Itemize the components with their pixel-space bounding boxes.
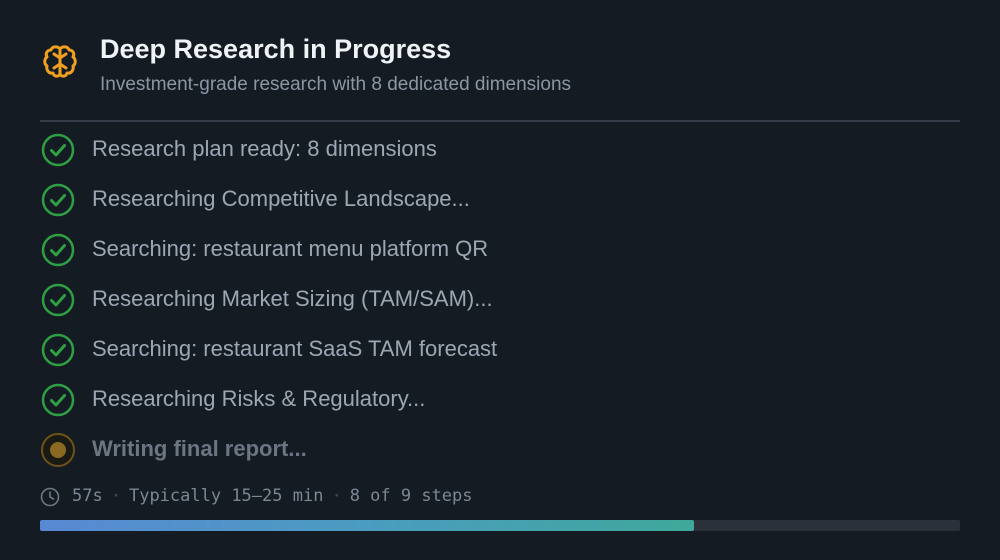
research-progress-panel: Deep Research in Progress Investment-gra… <box>0 0 1000 560</box>
step-item-plan-ready: Research plan ready: 8 dimensions <box>40 123 960 173</box>
steps-count: 8 of 9 steps <box>349 486 473 506</box>
check-circle-icon <box>41 383 75 417</box>
in-progress-dot-icon <box>41 433 75 467</box>
step-item-risks-regulatory: Researching Risks & Regulatory... <box>40 373 960 423</box>
panel-header: Deep Research in Progress Investment-gra… <box>40 30 960 120</box>
step-item-market-sizing: Researching Market Sizing (TAM/SAM)... <box>40 273 960 323</box>
steps-list: Research plan ready: 8 dimensions Resear… <box>40 123 960 473</box>
step-label: Researching Risks & Regulatory... <box>92 386 426 411</box>
separator: · <box>331 486 342 506</box>
clock-icon <box>40 487 60 507</box>
progress-bar-fill <box>40 520 695 531</box>
typical-duration: Typically 15–25 min <box>128 486 324 506</box>
step-label: Writing final report... <box>92 436 307 461</box>
step-label: Researching Market Sizing (TAM/SAM)... <box>92 286 493 311</box>
step-item-search-menu-platform: Searching: restaurant menu platform QR <box>40 223 960 273</box>
progress-bar <box>40 520 960 531</box>
check-circle-icon <box>41 133 75 167</box>
page-title: Deep Research in Progress <box>100 34 452 64</box>
step-item-search-saas-tam: Searching: restaurant SaaS TAM forecast <box>40 323 960 373</box>
step-item-competitive-landscape: Researching Competitive Landscape... <box>40 173 960 223</box>
check-circle-icon <box>41 333 75 367</box>
step-label: Searching: restaurant SaaS TAM forecast <box>92 336 498 361</box>
step-label: Researching Competitive Landscape... <box>92 186 470 211</box>
check-circle-icon <box>41 183 75 217</box>
page-subtitle: Investment-grade research with 8 dedicat… <box>100 74 572 95</box>
brain-icon <box>43 45 77 78</box>
elapsed-time: 57s <box>72 486 103 506</box>
separator: · <box>110 486 121 506</box>
step-item-writing-report: Writing final report... <box>40 423 960 473</box>
header-divider <box>40 120 960 122</box>
step-label: Searching: restaurant menu platform QR <box>92 236 489 261</box>
step-label: Research plan ready: 8 dimensions <box>92 136 437 161</box>
check-circle-icon <box>41 283 75 317</box>
check-circle-icon <box>41 233 75 267</box>
